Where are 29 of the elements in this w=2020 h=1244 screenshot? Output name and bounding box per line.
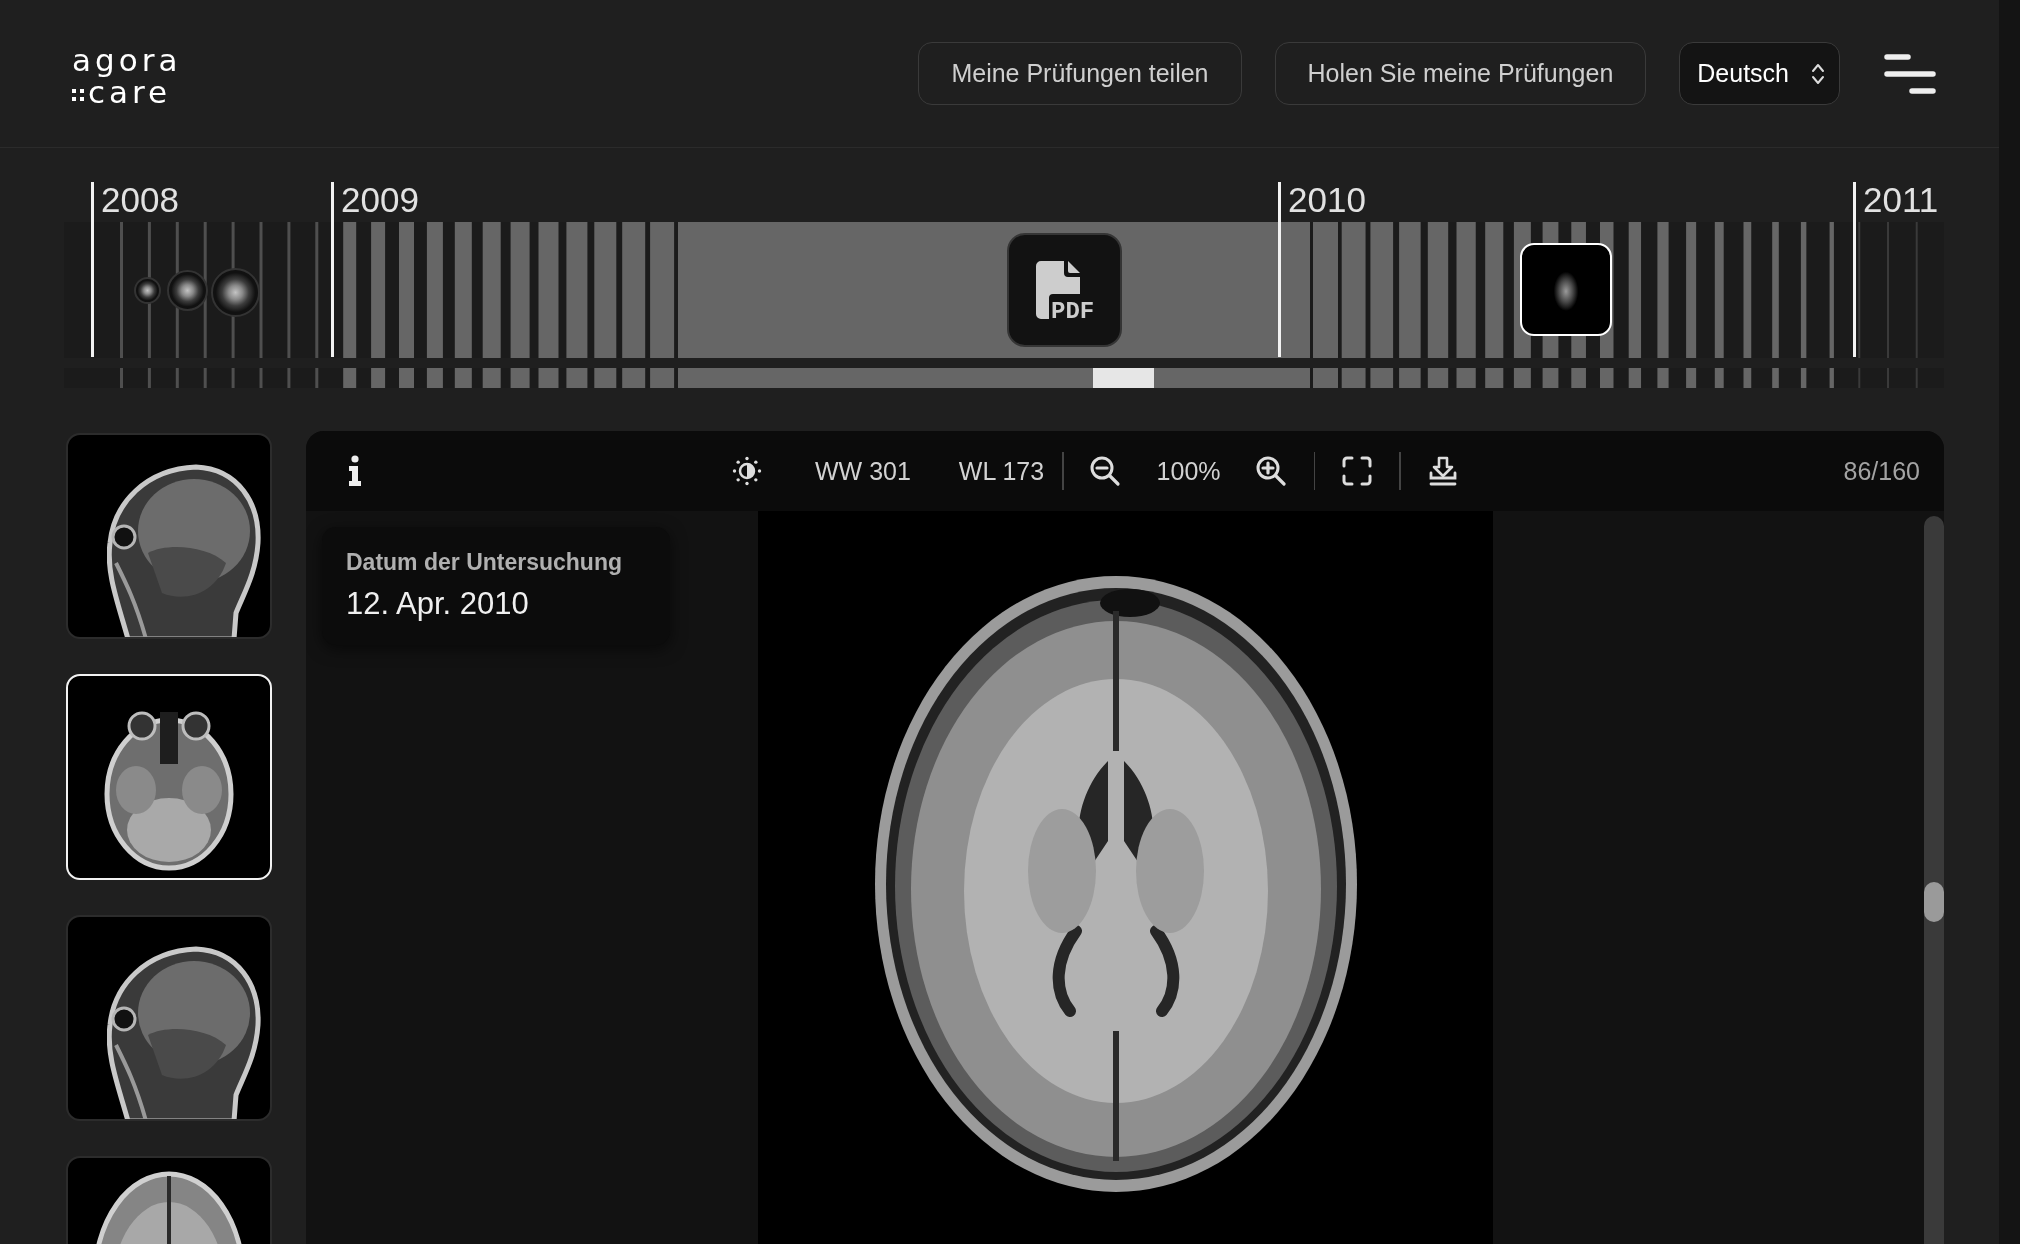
timeline-viewport-handle[interactable] <box>1093 368 1154 388</box>
year-label: 2011 <box>1863 180 1939 220</box>
language-select[interactable]: Deutsch <box>1679 42 1840 105</box>
scan-thumbnail[interactable] <box>66 433 272 639</box>
scrollbar-track[interactable] <box>1924 516 1944 1244</box>
timeline-pdf-tile[interactable]: PDF <box>1007 233 1122 347</box>
zoom-in-icon[interactable] <box>1254 455 1287 487</box>
zoom-out-icon[interactable] <box>1088 455 1121 487</box>
window-level-text: WL 173 <box>958 456 1045 486</box>
timeline-scan-tile[interactable] <box>1520 243 1612 336</box>
brightness-icon[interactable] <box>732 456 762 486</box>
dot-grid-icon <box>72 88 84 101</box>
window-width-text: WW 301 <box>815 456 911 486</box>
exam-date-value: 12. Apr. 2010 <box>346 585 530 623</box>
slice-counter: 86/160 <box>1843 456 1920 486</box>
exam-date-label: Datum der Untersuchung <box>346 548 624 577</box>
menu-icon[interactable] <box>1884 52 1936 95</box>
logo-top-text: agora <box>72 41 182 79</box>
year-label: 2008 <box>101 180 179 220</box>
header-button[interactable]: Meine Prüfungen teilen <box>918 42 1242 105</box>
info-icon[interactable] <box>347 455 363 487</box>
header-button[interactable]: Holen Sie meine Prüfungen <box>1274 42 1647 105</box>
year-label: 2010 <box>1288 180 1366 220</box>
zoom-level-text: 100% <box>1156 456 1221 486</box>
fullscreen-icon[interactable] <box>1341 455 1374 487</box>
scan-thumbnail[interactable] <box>66 915 272 1121</box>
logo-bottom-text: care <box>88 79 172 106</box>
scrollbar-thumb[interactable] <box>1924 882 1944 922</box>
year-label: 2009 <box>341 180 419 220</box>
